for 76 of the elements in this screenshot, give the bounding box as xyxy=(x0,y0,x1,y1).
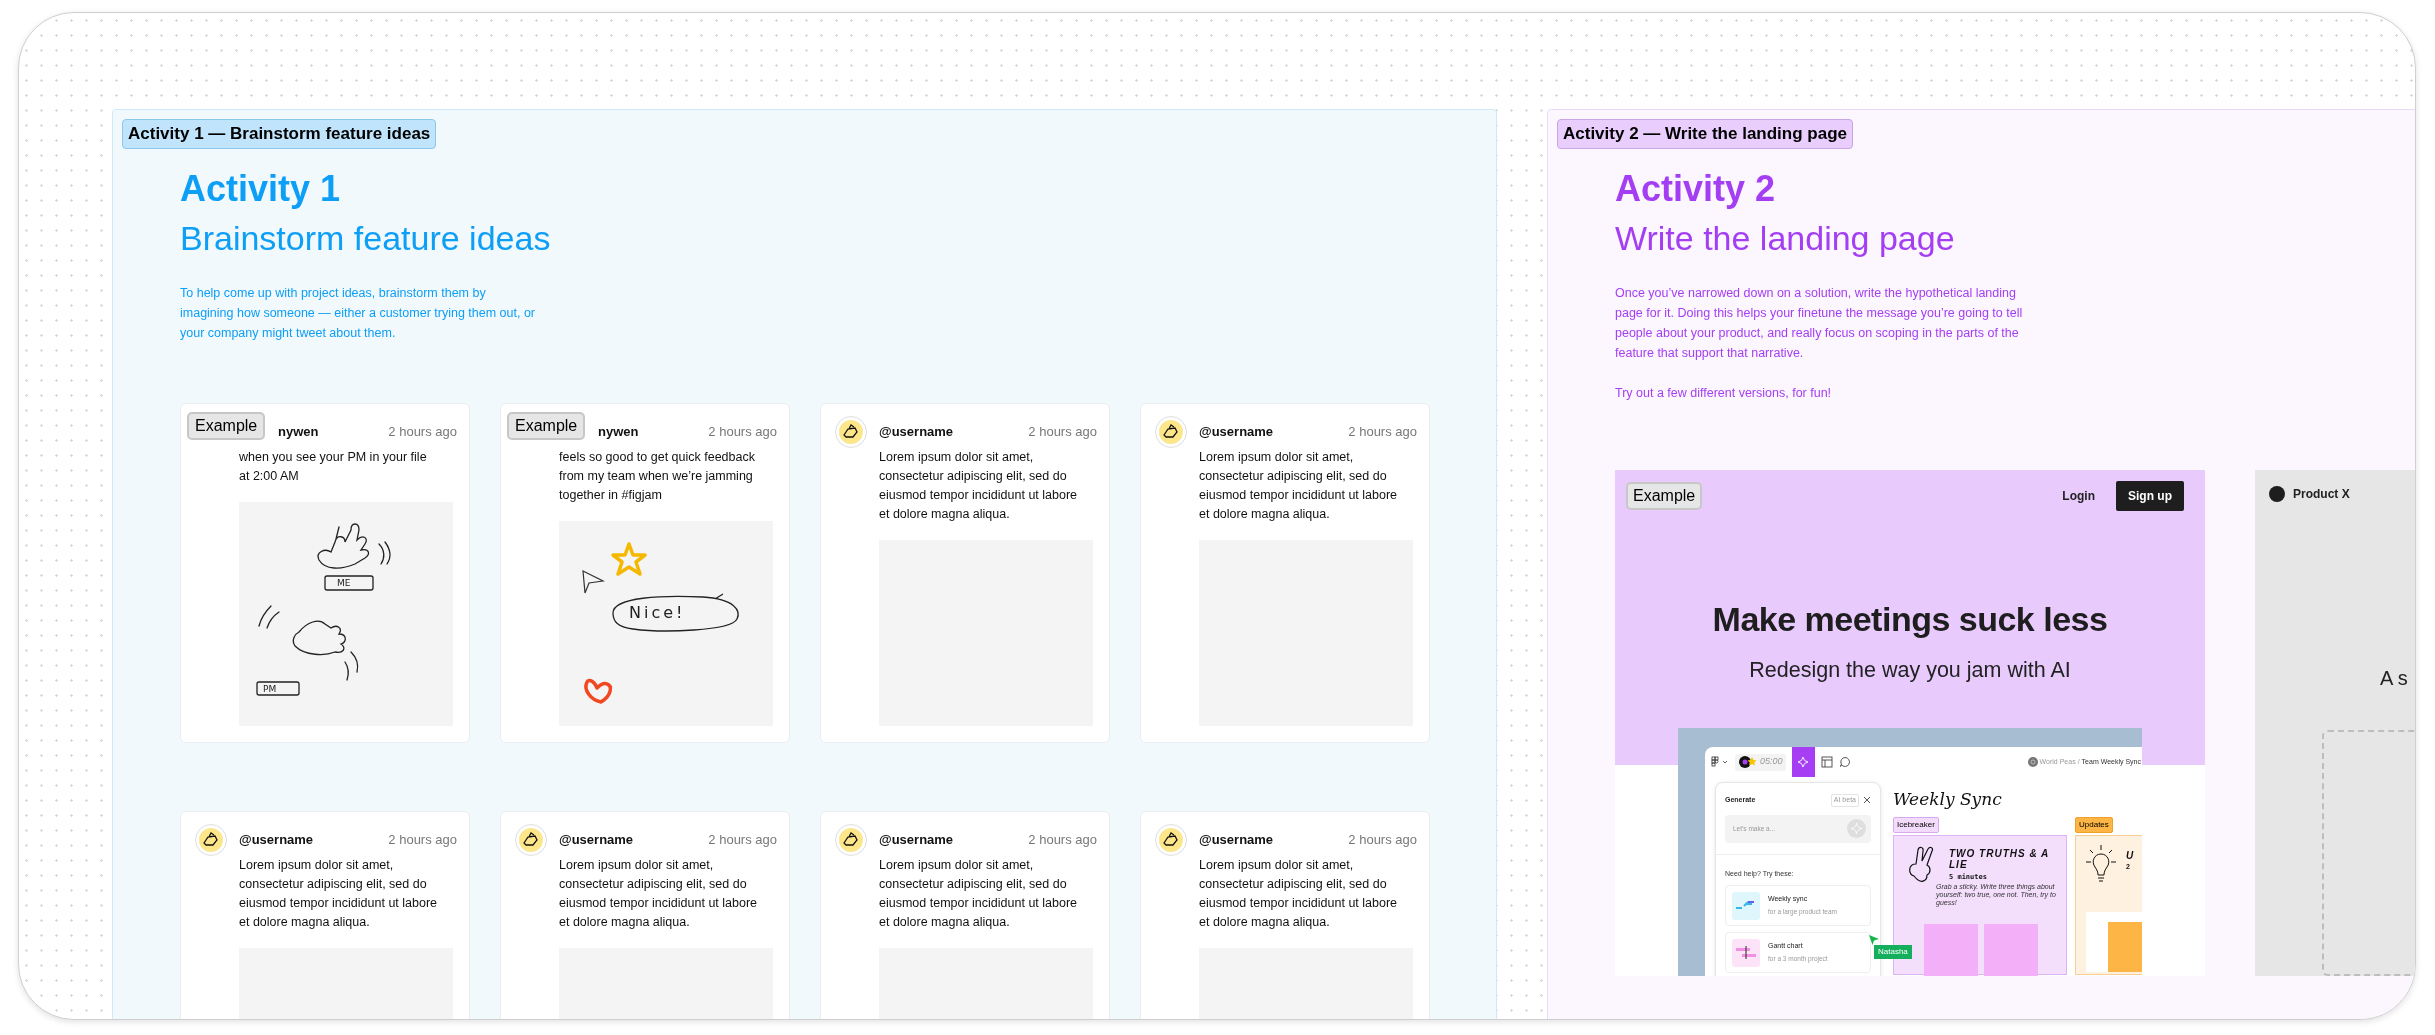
sticky-note xyxy=(1924,924,1978,976)
card-title: TWO TRUTHS & A LIE xyxy=(1949,848,2050,870)
handwritten-label: ME xyxy=(337,577,351,589)
username: @username xyxy=(879,423,954,442)
timestamp: 2 hours ago xyxy=(1348,831,1417,850)
handwritten-label: Nice! xyxy=(629,603,686,623)
template-thumbnail-icon xyxy=(1732,938,1760,967)
username: @username xyxy=(239,831,314,850)
timestamp: 2 hours ago xyxy=(1348,423,1417,442)
post-text: Lorem ipsum dolor sit amet, consectetur adipiscing elit, sed do eiusmod tempor incididunt ut labore et dolore magna aliqua. xyxy=(239,857,439,931)
login-link[interactable]: Login xyxy=(2062,487,2095,505)
close-icon xyxy=(1863,796,1871,805)
post-text: Lorem ipsum dolor sit amet, consectetur adipiscing elit, sed do eiusmod tempor incididunt ut labore et dolore magna aliqua. xyxy=(1199,857,1399,931)
username: @username xyxy=(1199,831,1274,850)
heart-doodle xyxy=(581,676,615,706)
section-label: Activity 2 — Write the landing page xyxy=(1557,119,1853,149)
timestamp: 2 hours ago xyxy=(708,423,777,442)
activity-title: Activity 1 xyxy=(180,167,342,211)
timestamp: 2 hours ago xyxy=(388,831,457,850)
example-badge: Example xyxy=(187,412,266,440)
avatar-icon xyxy=(515,824,547,856)
example-badge: Example xyxy=(1626,482,1703,510)
activity-subtitle: Brainstorm feature ideas xyxy=(180,218,552,259)
cursor-name-tag: Natasha xyxy=(1874,945,1912,959)
team-avatar-icon xyxy=(2027,757,2038,767)
instructions-text: To help come up with project ideas, brainstorm them by imagining how someone — either a customer trying them out, or your company might tweet about them. xyxy=(180,285,537,342)
board-title: Weekly Sync xyxy=(1893,789,2003,809)
activity-title: Activity 2 xyxy=(1615,167,1777,211)
username: nywen xyxy=(598,423,639,442)
template-thumbnail-icon xyxy=(1732,891,1760,920)
instructions-text: Once you’ve narrowed down on a solution, write the hypothetical landing page for it. Doing this helps your finetune the message you’re going to tell people about your product, and really focus on scoping in the parts of the feature that support that narrative. xyxy=(1615,285,2024,362)
hero-subheadline: A s xyxy=(2380,666,2408,691)
username: nywen xyxy=(278,423,319,442)
username: @username xyxy=(559,831,634,850)
sparkle-icon xyxy=(1847,819,1866,838)
timestamp: 2 hours ago xyxy=(1028,423,1097,442)
instructions-text: Try out a few different versions, for fun! xyxy=(1615,385,1833,402)
activity-subtitle: Write the landing page xyxy=(1615,218,1956,259)
brand-name: Product X xyxy=(2293,486,2350,503)
comment-icon xyxy=(1838,756,1851,768)
star-doodle xyxy=(609,541,649,579)
timestamp: 2 hours ago xyxy=(708,831,777,850)
username: @username xyxy=(879,831,954,850)
section-tag: Updates xyxy=(2075,817,2113,833)
post-text: Lorem ipsum dolor sit amet, consectetur adipiscing elit, sed do eiusmod tempor incididunt ut labore et dolore magna aliqua. xyxy=(879,857,1079,931)
post-text: feels so good to get quick feedback from my team when we’re jamming together in #figjam xyxy=(559,449,756,504)
example-badge: Example xyxy=(507,412,586,440)
post-text: Lorem ipsum dolor sit amet, consectetur adipiscing elit, sed do eiusmod tempor incididunt ut labore et dolore magna aliqua. xyxy=(879,449,1079,523)
timestamp: 2 hours ago xyxy=(388,423,457,442)
handwritten-label: PM xyxy=(263,683,277,695)
post-text: when you see your PM in your file at 2:00 AM xyxy=(239,449,428,485)
sticky-note xyxy=(1984,924,2038,976)
cursor-icon xyxy=(1868,934,1880,946)
logo-dot-icon xyxy=(2269,486,2285,502)
avatar-icon xyxy=(195,824,227,856)
sign-up-button[interactable]: Sign up xyxy=(2116,481,2184,511)
ai-sparkle-button[interactable] xyxy=(1791,747,1815,777)
logo-menu-icon xyxy=(1711,756,1729,768)
post-text: Lorem ipsum dolor sit amet, consectetur adipiscing elit, sed do eiusmod tempor incididunt ut labore et dolore magna aliqua. xyxy=(559,857,759,931)
avatar-icon xyxy=(835,416,867,448)
section-label: Activity 1 — Brainstorm feature ideas xyxy=(122,119,437,149)
sparkle-icon xyxy=(1797,756,1810,768)
username: @username xyxy=(1199,423,1274,442)
avatar-icon xyxy=(1155,824,1187,856)
section-tag: Icebreaker xyxy=(1893,817,1939,833)
hero-headline: Make meetings suck less xyxy=(1711,599,2109,640)
timestamp: 2 hours ago xyxy=(1028,831,1097,850)
cursor-doodle xyxy=(581,569,605,595)
post-text: Lorem ipsum dolor sit amet, consectetur adipiscing elit, sed do eiusmod tempor incididunt ut labore et dolore magna aliqua. xyxy=(1199,449,1399,523)
avatar-icon xyxy=(835,824,867,856)
avatar-icon xyxy=(1155,416,1187,448)
timer-text: 05:00 xyxy=(1760,755,1783,769)
layout-icon xyxy=(1820,756,1833,768)
avatar-star-icon xyxy=(1738,755,1758,769)
hero-subheadline: Redesign the way you jam with AI xyxy=(1748,657,2072,683)
card-title: U xyxy=(2126,849,2134,863)
